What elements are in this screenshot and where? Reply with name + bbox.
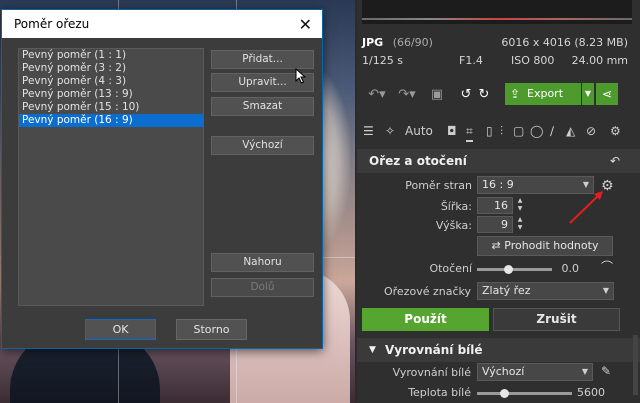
file-info-row: JPG (66/90) 6016 x 4016 (8.23 MB) <box>362 36 632 49</box>
wb-select[interactable]: Výchozí ▼ <box>477 363 593 381</box>
height-input[interactable]: 9 <box>477 216 513 233</box>
file-counter: (66/90) <box>392 36 433 49</box>
straighten-icon[interactable]: ⫶ <box>500 120 503 142</box>
rotation-slider[interactable] <box>477 268 552 271</box>
eyedropper-icon[interactable]: ✎ <box>601 360 611 382</box>
collapse-arrow-icon[interactable]: ▸ <box>349 185 355 205</box>
crop-marks-select[interactable]: Zlatý řez ▼ <box>477 282 614 300</box>
apply-button[interactable]: Použít <box>362 308 489 331</box>
camera-icon[interactable]: ◘ <box>447 120 457 142</box>
focal-length: 24.00 mm <box>571 54 628 67</box>
histogram-line <box>362 18 632 20</box>
swap-label: Prohodit hodnoty <box>504 239 599 252</box>
iso: ISO 800 <box>511 54 555 67</box>
wb-label: Vyrovnání bílé <box>392 366 471 379</box>
rotation-slider-thumb[interactable] <box>504 265 513 274</box>
aspect-ratio-value: 16 : 9 <box>482 178 514 191</box>
list-item[interactable]: Pevný poměr (3 : 2) <box>19 62 203 75</box>
image-dimensions: 6016 x 4016 (8.23 MB) <box>501 36 628 49</box>
swap-icon: ⇄ <box>491 239 505 252</box>
shutter-speed: 1/125 s <box>362 54 403 67</box>
width-label: Šířka: <box>440 200 472 213</box>
ok-button[interactable]: OK <box>85 319 156 340</box>
histogram <box>362 0 632 24</box>
undo-icon[interactable]: ↶▾ <box>366 86 388 104</box>
rotate-left-icon[interactable]: ↺ <box>458 86 474 104</box>
share-icon[interactable]: ⋖ <box>596 83 618 105</box>
cancel-button[interactable]: Storno <box>176 319 247 340</box>
circle-icon[interactable]: ◯ <box>530 120 543 142</box>
wb-section-header[interactable]: ▼ Vyrovnání bílé <box>357 338 640 362</box>
crop-ratio-dialog: Poměr ořezu ✕ Pevný poměr (1 : 1) Pevný … <box>1 9 323 349</box>
perspective-icon[interactable]: ▯ <box>486 120 493 142</box>
move-up-button[interactable]: Nahoru <box>211 253 314 272</box>
list-item[interactable]: Pevný poměr (4 : 3) <box>19 75 203 88</box>
cancel-crop-button[interactable]: Zrušit <box>493 308 620 331</box>
right-panel: JPG (66/90) 6016 x 4016 (8.23 MB) 1/125 … <box>357 0 640 403</box>
collapse-chevron-icon: ▼ <box>369 345 376 355</box>
gradient-icon[interactable]: ◭ <box>566 120 575 142</box>
auto-button[interactable]: Auto <box>405 120 433 142</box>
close-icon[interactable]: ✕ <box>299 15 312 34</box>
crop-section-title: Ořez a otočení <box>369 154 467 168</box>
add-button[interactable]: Přidat... <box>211 50 314 69</box>
list-item[interactable]: Pevný poměr (13 : 9) <box>19 88 203 101</box>
magic-wand-icon[interactable]: ✧ <box>385 120 395 142</box>
wb-value: Výchozí <box>482 365 525 378</box>
rotation-value: 0.0 <box>561 262 580 275</box>
wb-section-title: Vyrovnání bílé <box>385 343 483 357</box>
temperature-label: Teplota bílé <box>408 386 471 399</box>
default-button[interactable]: Výchozí <box>211 136 314 155</box>
settings-icon[interactable]: ⚙ <box>610 120 621 142</box>
list-item-selected[interactable]: Pevný poměr (16 : 9) <box>19 114 203 127</box>
height-stepper[interactable]: ▲ ▼ <box>515 216 525 233</box>
annotation-arrow-icon <box>569 191 603 224</box>
rotate-right-icon[interactable]: ↻ <box>476 86 492 104</box>
dialog-title: Poměr ořezu <box>14 17 90 31</box>
height-label: Výška: <box>435 219 472 232</box>
file-type: JPG <box>362 36 384 49</box>
crop-marks-label: Ořezové značky <box>383 285 471 298</box>
mouse-cursor-icon <box>295 68 307 84</box>
reset-icon[interactable]: ↶ <box>610 149 620 173</box>
bandage-icon[interactable]: ⊘ <box>586 120 596 142</box>
delete-button[interactable]: Smazat <box>211 97 314 116</box>
panel-scrollbar[interactable] <box>633 335 638 395</box>
redo-icon[interactable]: ↷▾ <box>396 86 418 104</box>
crop-marks-value: Zlatý řez <box>482 284 531 297</box>
adjust-icon[interactable]: ☰ <box>363 120 374 142</box>
main-toolbar: ↶▾ ↷▾ ▣ ↺ ↻ ⇪ Export ▼ ⋖ <box>362 82 634 108</box>
export-icon: ⇪ <box>510 87 521 101</box>
crop-section-header[interactable]: Ořez a otočení ↶ <box>357 149 640 173</box>
chevron-down-icon: ▼ <box>602 286 609 295</box>
swap-values-button[interactable]: ⇄ Prohodit hodnoty <box>477 236 613 256</box>
rotation-label: Otočení <box>429 262 472 275</box>
list-item[interactable]: Pevný poměr (15 : 10) <box>19 101 203 114</box>
temperature-value: 5600 <box>577 386 605 399</box>
ratio-list[interactable]: Pevný poměr (1 : 1) Pevný poměr (3 : 2) … <box>18 48 204 306</box>
export-button[interactable]: ⇪ Export <box>505 83 581 105</box>
brush-icon[interactable]: ∕ <box>550 120 554 142</box>
frame-icon[interactable]: ▢ <box>513 120 524 142</box>
temperature-slider[interactable] <box>477 392 572 395</box>
move-down-button[interactable]: Dolů <box>211 278 314 297</box>
export-dropdown-icon[interactable]: ▼ <box>582 83 594 105</box>
tools-row: ☰ ✧ Auto ◘ ⌗ ▯ ⫶ ▢ ◯ ∕ ◭ ⊘ ⚙ <box>360 120 636 142</box>
aspect-ratio-label: Poměr stran <box>405 179 472 192</box>
export-label: Export <box>527 87 564 100</box>
width-input[interactable]: 16 <box>477 197 513 214</box>
dialog-titlebar: Poměr ořezu ✕ <box>2 10 322 38</box>
straighten-tool-icon[interactable]: ⌒ <box>601 256 613 278</box>
aperture: F1.4 <box>459 54 483 67</box>
crop-icon[interactable]: ⌗ <box>466 120 473 142</box>
list-item[interactable]: Pevný poměr (1 : 1) <box>19 49 203 62</box>
chevron-down-icon: ▼ <box>581 367 588 376</box>
temperature-slider-thumb[interactable] <box>500 389 509 398</box>
image-icon[interactable]: ▣ <box>428 86 446 104</box>
exif-row: 1/125 s F1.4 ISO 800 24.00 mm <box>362 54 632 67</box>
width-stepper[interactable]: ▲ ▼ <box>515 197 525 214</box>
